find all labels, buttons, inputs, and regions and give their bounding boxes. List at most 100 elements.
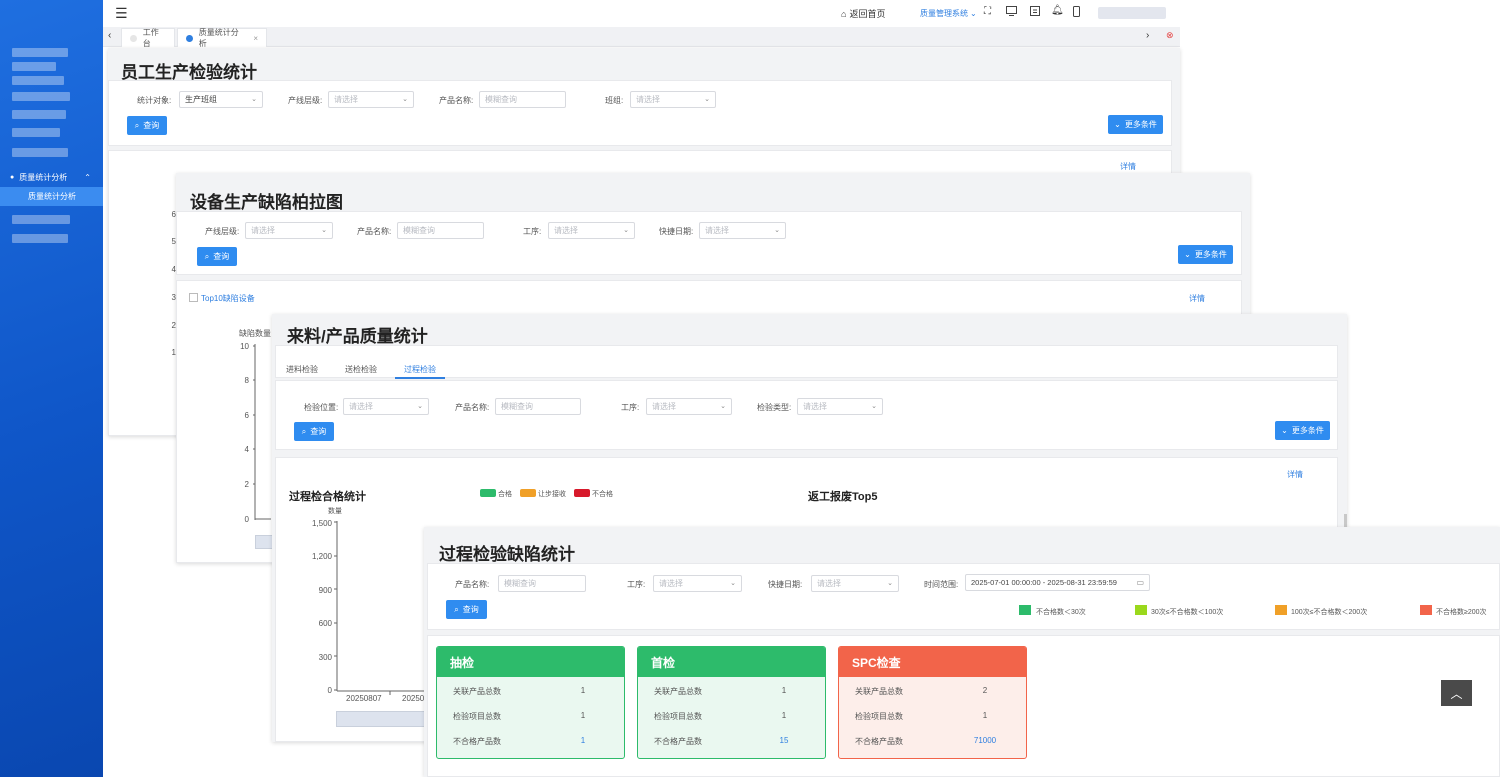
process-select[interactable]: 请选择 ⌄ [646, 398, 732, 415]
sidebar-item-blurred[interactable] [12, 234, 68, 243]
select-placeholder: 请选择 [652, 402, 676, 411]
more-conditions-button[interactable]: ⌄ 更多条件 [1178, 245, 1233, 264]
tab-quality-stats[interactable]: 质量统计分析 × [177, 28, 267, 48]
sidebar-item-blurred[interactable] [12, 215, 70, 224]
stat-card-sampling[interactable]: 抽检 关联产品总数 1 检验项目总数 1 不合格产品数 1 [436, 646, 625, 759]
filter-label: 工序: [523, 227, 542, 236]
query-button[interactable]: ⌕ 查询 [197, 247, 237, 266]
chevron-down-icon: ⌄ [623, 227, 629, 234]
sidebar-item-blurred[interactable] [12, 48, 68, 57]
stat-key: 不合格产品数 [855, 737, 903, 746]
tab-incoming-inspection[interactable]: 进料检验 [286, 364, 318, 375]
home-icon: ⌂ [841, 8, 847, 19]
y-tick-label: 3 [171, 293, 176, 302]
tab-submitted-inspection[interactable]: 送检检验 [345, 364, 377, 375]
stat-value-link[interactable]: 1 [577, 736, 589, 745]
stat-card-spc[interactable]: SPC检查 关联产品总数 2 检验项目总数 1 不合格产品数 71000 [838, 646, 1027, 759]
sidebar-item-blurred[interactable] [12, 128, 60, 137]
filter-label: 工序: [621, 403, 640, 412]
sidebar-item-blurred[interactable] [12, 76, 64, 85]
document-icon[interactable] [1030, 6, 1040, 16]
stat-row: 检验项目总数 1 [638, 702, 825, 727]
sidebar-item-quality-stats[interactable]: 质量统计分析 [0, 187, 103, 206]
detail-link[interactable]: 详情 [1287, 469, 1303, 480]
date-range-picker[interactable]: 2025-07-01 00:00:00 - 2025-08-31 23:59:5… [965, 574, 1150, 591]
back-to-top-button[interactable]: ︿ [1441, 680, 1472, 706]
query-button[interactable]: ⌕ 查询 [294, 422, 334, 441]
quick-date-select[interactable]: 请选择 ⌄ [811, 575, 899, 592]
stat-value: 1 [781, 711, 787, 720]
x-tick-label: 20250 [402, 694, 425, 703]
stat-value-link[interactable]: 15 [778, 736, 790, 745]
more-conditions-button[interactable]: ⌄ 更多条件 [1275, 421, 1330, 440]
menu-toggle-icon[interactable]: ☰ [115, 5, 128, 22]
inspection-location-select[interactable]: 请选择 ⌄ [343, 398, 429, 415]
mobile-icon[interactable] [1073, 6, 1080, 17]
team-select[interactable]: 请选择 ⌄ [630, 91, 716, 108]
close-all-icon[interactable]: ⊗ [1166, 30, 1174, 41]
stat-card-first-article[interactable]: 首检 关联产品总数 1 检验项目总数 1 不合格产品数 15 [637, 646, 826, 759]
product-name-input[interactable]: 模糊查询 [397, 222, 484, 239]
tab-status-dot [130, 34, 137, 42]
close-icon[interactable]: × [253, 34, 258, 43]
chart-zoom-slider[interactable] [336, 711, 426, 727]
tab-label: 工作台 [142, 28, 159, 48]
sidebar-section-quality[interactable]: ● 质量统计分析 ⌃ [0, 169, 103, 185]
tab-scroll-left-icon[interactable]: ‹ [108, 30, 111, 41]
stat-row: 不合格产品数 71000 [839, 727, 1026, 752]
inspection-type-select[interactable]: 请选择 ⌄ [797, 398, 883, 415]
chevron-up-icon: ⌃ [84, 172, 91, 182]
home-link[interactable]: ⌂ 返回首页 [841, 7, 885, 20]
legend-swatch-low [1019, 605, 1031, 615]
system-switch[interactable]: 质量管理系统 ⌄ [920, 8, 977, 19]
button-label: 更多条件 [1124, 120, 1157, 129]
product-name-input[interactable]: 模糊查询 [479, 91, 566, 108]
sidebar-item-blurred[interactable] [12, 62, 56, 71]
legend-swatch-concession [520, 489, 536, 497]
filter-label: 统计对象: [137, 96, 172, 105]
bell-icon[interactable]: 🔔︎ [1051, 5, 1064, 16]
more-conditions-button[interactable]: ⌄ 更多条件 [1108, 115, 1163, 134]
filter-label: 产品名称: [455, 580, 490, 589]
tab-scroll-right-icon[interactable]: › [1146, 30, 1149, 41]
product-name-input[interactable]: 模糊查询 [498, 575, 586, 592]
chart-zoom-slider[interactable] [255, 535, 273, 549]
quick-date-select[interactable]: 请选择 ⌄ [699, 222, 786, 239]
tab-process-inspection[interactable]: 过程检验 [404, 364, 436, 375]
stat-value-link[interactable]: 71000 [967, 736, 1003, 745]
query-button[interactable]: ⌕ 查询 [127, 116, 167, 135]
input-placeholder: 模糊查询 [504, 579, 536, 588]
sidebar-item-blurred[interactable] [12, 110, 66, 119]
y-tick-label: 600 [318, 619, 332, 628]
filter-card: 产品名称: 模糊查询 工序: 请选择 ⌄ 快捷日期: 请选择 ⌄ 时间范围: 202… [427, 563, 1500, 630]
search-icon: ⌕ [454, 604, 459, 614]
chart-title: 过程检合格统计 [289, 491, 366, 503]
top10-checkbox[interactable] [189, 293, 198, 302]
y-tick-label: 1,200 [311, 552, 332, 561]
detail-link[interactable]: 详情 [1189, 293, 1205, 304]
line-level-select[interactable]: 请选择 ⌄ [245, 222, 333, 239]
monitor-icon[interactable] [1006, 6, 1017, 16]
tab-workbench[interactable]: 工作台 [121, 28, 175, 48]
tab-label: 质量统计分析 [198, 28, 239, 48]
top10-label[interactable]: Top10缺陷设备 [201, 293, 255, 304]
filter-card: 检验位置: 请选择 ⌄ 产品名称: 模糊查询 工序: 请选择 ⌄ 检验类型: 请选择… [275, 380, 1338, 450]
stat-object-select[interactable]: 生产班组 ⌄ [179, 91, 263, 108]
button-label: 查询 [213, 252, 230, 261]
product-name-input[interactable]: 模糊查询 [495, 398, 581, 415]
y-tick-label: 6 [244, 411, 249, 420]
process-select[interactable]: 请选择 ⌄ [548, 222, 635, 239]
query-button[interactable]: ⌕ 查询 [446, 600, 487, 619]
user-avatar-blurred[interactable] [1098, 7, 1166, 19]
stat-row: 关联产品总数 2 [839, 677, 1026, 702]
line-level-select[interactable]: 请选择 ⌄ [328, 91, 414, 108]
filter-label: 快捷日期: [659, 227, 694, 236]
process-select[interactable]: 请选择 ⌄ [653, 575, 742, 592]
inspection-tabs: 进料检验 送检检验 过程检验 [275, 345, 1338, 379]
detail-link[interactable]: 详情 [1120, 161, 1136, 172]
sidebar-item-blurred[interactable] [12, 148, 68, 157]
y-tick-label: 2 [171, 321, 176, 330]
fullscreen-icon[interactable]: ⛶ [984, 6, 991, 17]
sidebar-item-blurred[interactable] [12, 92, 70, 101]
search-icon: ⌕ [204, 251, 210, 261]
